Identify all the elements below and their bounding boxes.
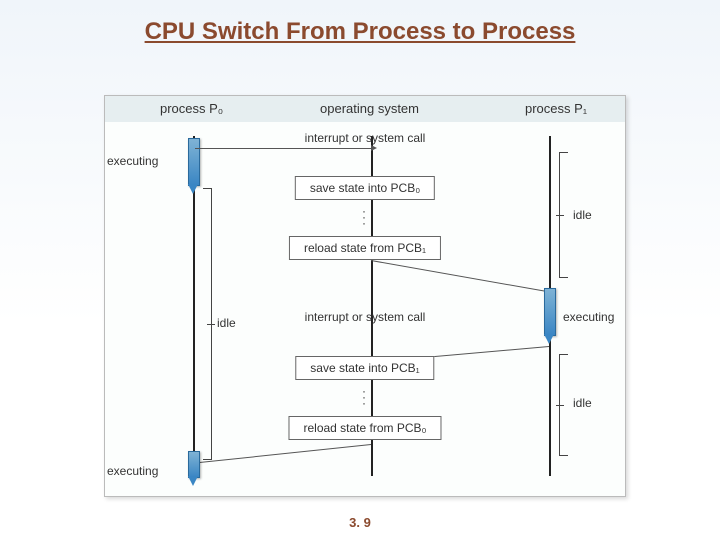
exec-p0-top: [188, 138, 200, 186]
label-executing-p1: executing: [563, 310, 614, 324]
box-reload-pcb0: reload state from PCB₀: [288, 416, 441, 440]
label-executing-p0-top: executing: [107, 154, 158, 168]
arrow-p0-top: [188, 184, 198, 194]
exec-p0-bottom: [188, 451, 200, 478]
slide-number: 3. 9: [349, 515, 371, 530]
col-p1: process P₁: [525, 101, 587, 116]
line-to-p1: [371, 260, 546, 292]
box-save-pcb1: save state into PCB₁: [295, 356, 434, 380]
vdots-2: ···: [362, 388, 368, 406]
brace-idle-p1-top: [559, 152, 568, 278]
brace-idle-p1-bottom: [559, 354, 568, 456]
vdots-1: ···: [362, 208, 368, 226]
label-idle-p1-top: idle: [573, 208, 592, 222]
arrow-p0-bottom: [188, 476, 198, 486]
line-to-p0: [196, 444, 371, 463]
label-executing-p0-bottom: executing: [107, 464, 158, 478]
label-idle-p1-bottom: idle: [573, 396, 592, 410]
box-reload-pcb1: reload state from PCB₁: [289, 236, 441, 260]
box-save-pcb0: save state into PCB₀: [295, 176, 435, 200]
interrupt-1: interrupt or system call: [305, 131, 426, 145]
label-idle-p0: idle: [217, 316, 236, 330]
col-os: operating system: [320, 101, 419, 116]
slide-title: CPU Switch From Process to Process: [0, 0, 720, 46]
context-switch-diagram: process P₀ operating system process P₁ e…: [104, 95, 626, 497]
line-to-os-1: [195, 148, 371, 149]
brace-idle-p0: [203, 188, 212, 460]
exec-p1: [544, 288, 556, 336]
arrow-p1: [544, 334, 554, 344]
interrupt-2: interrupt or system call: [305, 310, 426, 324]
col-p0: process P₀: [160, 101, 223, 116]
